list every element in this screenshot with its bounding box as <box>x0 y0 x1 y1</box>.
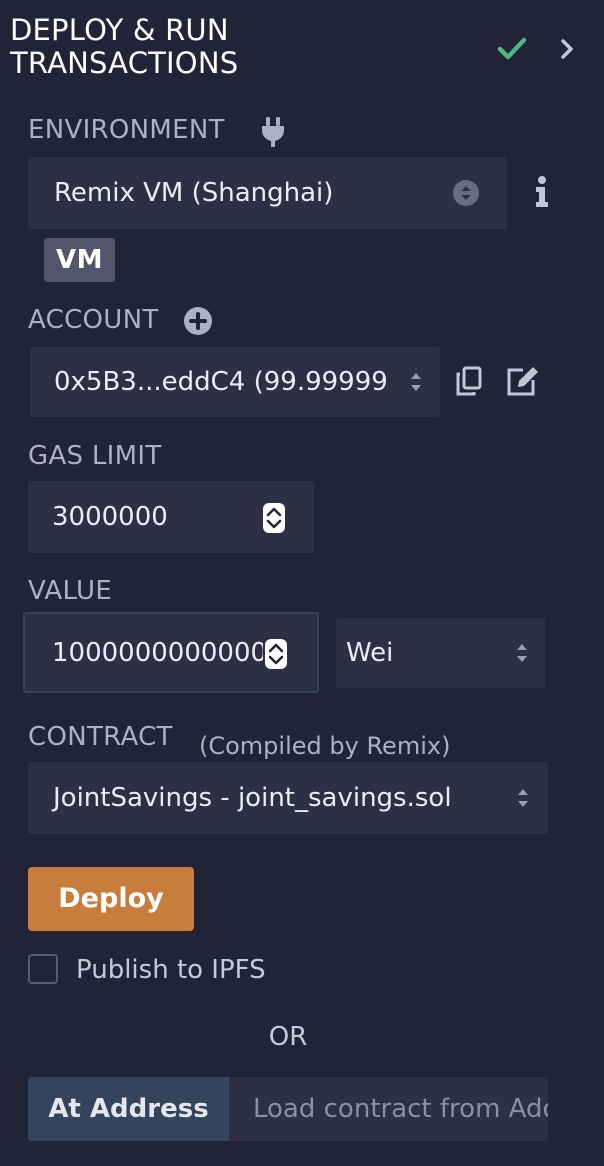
vm-badge: VM <box>44 238 115 282</box>
at-address-input[interactable]: Load contract from Address <box>229 1077 548 1141</box>
or-divider-text: OR <box>268 1022 308 1052</box>
select-arrows-icon <box>517 644 527 662</box>
gas-limit-value: 3000000 <box>52 502 168 532</box>
environment-label-text: ENVIRONMENT <box>28 115 225 145</box>
panel-title-line1: DEPLOY & RUN <box>10 13 229 47</box>
value-unit: Wei <box>346 638 394 668</box>
stepper-icon[interactable] <box>264 638 288 670</box>
panel-title: DEPLOY & RUN TRANSACTIONS <box>10 14 430 80</box>
stepper-icon[interactable] <box>262 502 286 534</box>
select-arrows-icon <box>453 180 479 206</box>
copy-icon[interactable] <box>455 366 483 396</box>
account-selected-value: 0x5B3...eddC4 (99.99999 <box>54 367 388 397</box>
info-icon[interactable] <box>532 175 552 209</box>
account-select[interactable]: 0x5B3...eddC4 (99.99999 <box>30 347 440 417</box>
value-unit-select[interactable]: Wei <box>336 618 545 688</box>
value-amount-input[interactable]: 1000000000000 <box>23 612 319 693</box>
panel-title-line2: TRANSACTIONS <box>10 46 239 80</box>
plus-circle-icon[interactable] <box>183 306 213 336</box>
account-label: ACCOUNT <box>28 305 159 335</box>
contract-select[interactable]: JointSavings - joint_savings.sol <box>28 762 548 834</box>
select-arrows-icon <box>518 789 528 807</box>
environment-label: ENVIRONMENT <box>28 115 225 145</box>
publish-ipfs-label[interactable]: Publish to IPFS <box>76 955 266 985</box>
select-arrows-icon <box>411 373 421 391</box>
value-label: VALUE <box>28 576 113 606</box>
environment-select[interactable]: Remix VM (Shanghai) <box>28 157 507 229</box>
contract-label: CONTRACT <box>28 722 173 752</box>
compiled-by-note: (Compiled by Remix) <box>199 732 451 760</box>
plug-icon[interactable] <box>260 116 286 148</box>
contract-selected-value: JointSavings - joint_savings.sol <box>53 783 452 813</box>
gas-limit-input[interactable]: 3000000 <box>28 481 314 553</box>
edit-icon[interactable] <box>505 365 541 397</box>
publish-ipfs-checkbox[interactable] <box>28 954 58 984</box>
check-icon <box>497 37 527 60</box>
value-amount: 1000000000000 <box>52 637 263 668</box>
at-address-button[interactable]: At Address <box>28 1077 229 1141</box>
gas-limit-label: GAS LIMIT <box>28 441 162 471</box>
environment-selected-value: Remix VM (Shanghai) <box>54 178 334 208</box>
chevron-right-icon[interactable] <box>556 36 578 62</box>
deploy-button[interactable]: Deploy <box>28 867 194 931</box>
